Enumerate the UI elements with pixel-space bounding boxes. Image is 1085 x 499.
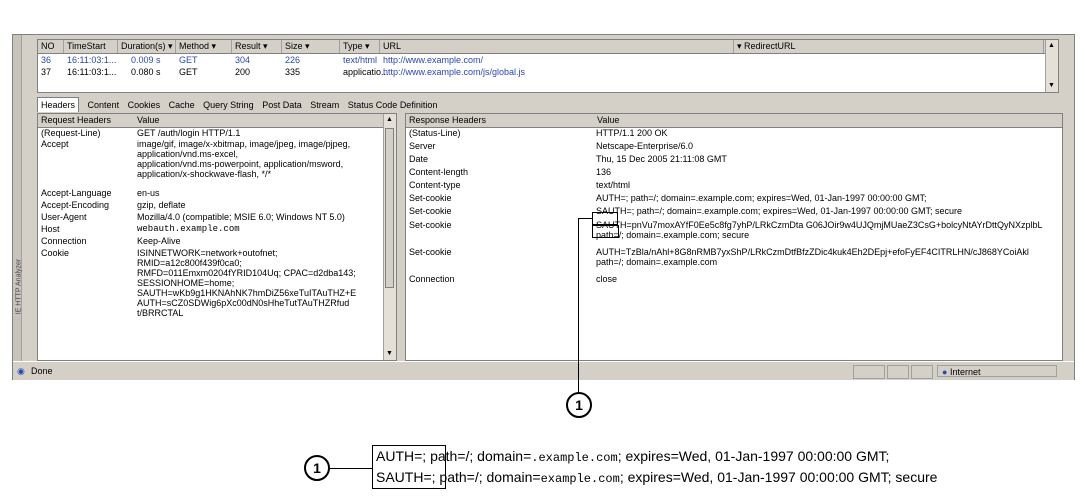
zone-label: Internet [949,367,981,377]
callout-1: 1 [566,392,592,418]
row-size: 226 [285,55,301,65]
auth-highlight-box [592,212,618,225]
status-panel [853,365,885,379]
globe-icon: ● [942,367,948,377]
response-headers-pane[interactable]: Response Headers Value (Status-Line) HTTP… [405,113,1063,361]
ie-page-icon: ◉ [17,366,25,376]
detail-tabs: Headers Content Cookies Cache Query Stri… [37,97,443,112]
scroll-thumb[interactable] [385,128,394,288]
request-headers-pane[interactable]: Request Headers Value (Request-Line) GET … [37,113,397,361]
zoom-line-1: AUTH=; path=/; domain=.example.com; expi… [376,448,890,465]
scroll-up-icon[interactable]: ▲ [1048,42,1055,50]
tab-cookies[interactable]: Cookies [128,98,161,112]
session-row[interactable]: 36 16:11:03:1... 0.009 s GET 304 226 tex… [38,54,1058,66]
response-col-value[interactable]: Value [594,114,619,127]
row-url[interactable]: http://www.example.com/js/global.js [380,66,525,78]
tab-query-string[interactable]: Query String [203,98,254,112]
request-pane-header: Request Headers Value [38,114,396,128]
response-col-name[interactable]: Response Headers [406,114,486,127]
tab-content[interactable]: Content [88,98,120,112]
leader-line [578,218,579,392]
row-duration: 0.080 s [131,67,161,77]
scroll-down-icon[interactable]: ▼ [1048,82,1055,90]
status-panel [911,365,933,379]
sauth-highlight-box [592,225,619,238]
session-grid[interactable]: NO TimeStart Duration(s) ▾ Method ▾ Resu… [37,39,1059,93]
scroll-down-icon[interactable]: ▼ [386,350,393,358]
request-scrollbar[interactable]: ▲ ▼ [383,114,396,360]
col-no[interactable]: NO [38,40,64,53]
row-method: GET [179,67,198,77]
zoom-line-2: SAUTH=; path=/; domain=example.com; expi… [376,469,938,486]
col-type[interactable]: Type ▾ [340,40,380,53]
row-no: 36 [41,55,52,65]
tab-cache[interactable]: Cache [169,98,195,112]
tab-stream[interactable]: Stream [310,98,339,112]
leader-line [578,218,592,219]
callout-1: 1 [304,455,330,481]
col-method[interactable]: Method ▾ [176,40,232,53]
row-type: text/html [343,55,378,65]
row-duration: 0.009 s [131,55,161,65]
session-row[interactable]: 37 16:11:03:1... 0.080 s GET 200 335 app… [38,66,1058,78]
http-analyzer-window: IE HTTP Analyzer NO TimeStart Duration(s… [12,34,1075,380]
row-no: 37 [41,67,52,77]
status-text: Done [31,366,53,376]
row-time: 16:11:03:1... [67,55,117,65]
col-timestart[interactable]: TimeStart [64,40,118,53]
grid-header: NO TimeStart Duration(s) ▾ Method ▾ Resu… [38,40,1058,54]
status-bar: ◉ Done ● Internet [13,361,1074,380]
response-pane-header: Response Headers Value [406,114,1062,128]
sidebar-label: IE HTTP Analyzer [15,258,23,315]
leader-line [330,468,372,469]
grid-scrollbar[interactable]: ▲ ▼ [1045,40,1058,92]
request-col-value[interactable]: Value [134,114,159,127]
tab-post-data[interactable]: Post Data [262,98,302,112]
row-result: 200 [235,67,251,77]
row-method: GET [179,55,198,65]
col-redirecturl[interactable]: ▾ RedirectURL [734,40,1044,53]
row-size: 335 [285,67,301,77]
tab-status-code-definition[interactable]: Status Code Definition [348,98,438,112]
sidebar-band: IE HTTP Analyzer [13,35,22,361]
col-size[interactable]: Size ▾ [282,40,340,53]
col-url[interactable]: URL [380,40,734,53]
zone-panel: ● Internet [937,365,1057,377]
tab-headers[interactable]: Headers [37,97,80,112]
row-url[interactable]: http://www.example.com/ [380,54,483,66]
row-time: 16:11:03:1... [67,67,117,77]
row-result: 304 [235,55,251,65]
col-result[interactable]: Result ▾ [232,40,282,53]
scroll-up-icon[interactable]: ▲ [386,116,393,124]
status-panel [887,365,909,379]
col-duration[interactable]: Duration(s) ▾ [118,40,176,53]
request-col-name[interactable]: Request Headers [38,114,111,127]
